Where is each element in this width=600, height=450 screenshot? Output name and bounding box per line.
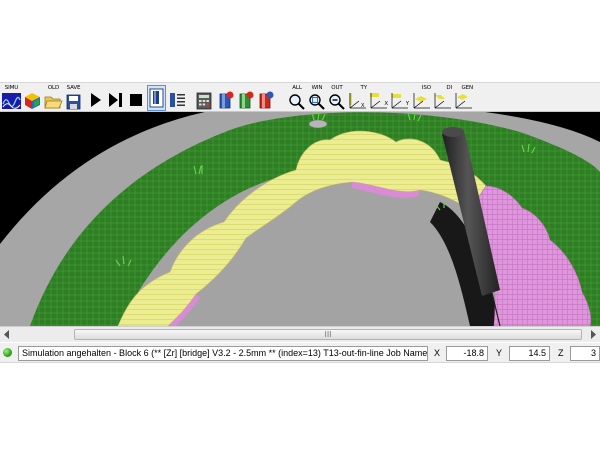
- play-icon: [91, 93, 101, 107]
- open-folder-icon: [44, 96, 63, 109]
- scroll-right-button[interactable]: [586, 328, 600, 341]
- view-iso-button[interactable]: ISO: [411, 85, 431, 111]
- view-ty-button[interactable]: TY X: [347, 85, 367, 111]
- z-label: Z: [558, 348, 564, 358]
- axis-view-icon: X: [349, 93, 366, 109]
- simulation-viewport[interactable]: [0, 112, 600, 326]
- view-x-button[interactable]: X: [368, 85, 388, 111]
- zoom-all-button[interactable]: ALL: [288, 85, 306, 111]
- calculator-icon: [196, 92, 212, 110]
- zoom-window-caption: WIN: [311, 85, 323, 91]
- tool-list-icon: [170, 93, 185, 107]
- z-coordinate: 3: [570, 346, 600, 361]
- step-forward-icon: [109, 93, 122, 107]
- save-button[interactable]: SAVE: [64, 85, 83, 111]
- tool-green-icon: [239, 91, 254, 109]
- chevron-left-icon: [4, 330, 9, 339]
- simulation-button[interactable]: SIMU: [1, 85, 22, 111]
- iso-view-icon: [413, 93, 430, 109]
- view-iso-caption: ISO: [421, 85, 431, 91]
- view-3d-button[interactable]: [23, 85, 42, 111]
- y-coordinate: 14.5: [509, 346, 550, 361]
- status-bar: Simulation angehalten - Block 6 (** [Zr]…: [0, 343, 600, 363]
- svg-text:X: X: [361, 103, 365, 109]
- milling-scene: [0, 112, 600, 326]
- axis-view-icon: [434, 93, 451, 109]
- zoom-out-icon: [329, 94, 345, 110]
- pin-top: [308, 119, 328, 129]
- chevron-right-icon: [591, 330, 596, 339]
- zoom-all-caption: ALL: [292, 85, 302, 91]
- view-ty-caption: TY: [360, 85, 367, 91]
- zoom-out-caption: OUT: [331, 85, 343, 91]
- view-y-button[interactable]: Y: [389, 85, 409, 111]
- scroll-left-button[interactable]: [0, 328, 14, 341]
- x-label: X: [434, 348, 441, 358]
- zoom-window-icon: [309, 94, 325, 110]
- step-forward-button[interactable]: [106, 85, 125, 111]
- floppy-disk-icon: [66, 94, 81, 110]
- y-label: Y: [496, 348, 503, 358]
- tool-green-button[interactable]: [237, 85, 255, 111]
- view-di-caption: DI: [446, 85, 452, 91]
- open-old-caption: OLD: [47, 85, 60, 91]
- scroll-grip: III: [324, 330, 332, 339]
- status-led-icon: [3, 348, 12, 357]
- axis-view-icon: [391, 93, 408, 109]
- zoom-window-button[interactable]: WIN: [308, 85, 326, 111]
- zoom-all-icon: [289, 94, 305, 110]
- view-gen-caption: GEN: [461, 85, 473, 91]
- simulation-caption: SIMU: [4, 85, 19, 91]
- simulation-icon: [2, 93, 21, 109]
- tool-list-button[interactable]: [168, 85, 187, 111]
- view-di-button[interactable]: DI: [432, 85, 452, 111]
- scroll-thumb[interactable]: III: [74, 329, 582, 340]
- tool-view-icon: [149, 88, 164, 108]
- x-coordinate: -18.8: [446, 346, 488, 361]
- tool-red-button[interactable]: [257, 85, 275, 111]
- horizontal-scrollbar[interactable]: III: [0, 326, 600, 342]
- toolbar: SIMU OLD SAVE ALL WIN OUT TY X X Y ISO D…: [0, 82, 600, 112]
- view-gen-button[interactable]: GEN: [453, 85, 473, 111]
- play-button[interactable]: [86, 85, 104, 111]
- status-message: Simulation angehalten - Block 6 (** [Zr]…: [18, 346, 428, 361]
- calculator-button[interactable]: [195, 85, 213, 111]
- tool-view-button[interactable]: [147, 85, 166, 111]
- zoom-out-button[interactable]: OUT: [328, 85, 346, 111]
- color-cube-icon: [25, 93, 40, 109]
- axis-view-icon: [455, 93, 472, 109]
- tool-blue-button[interactable]: [217, 85, 235, 111]
- stop-icon: [130, 94, 142, 106]
- cam-simulation-window: SIMU OLD SAVE ALL WIN OUT TY X X Y ISO D…: [0, 0, 600, 450]
- tool-red-icon: [259, 91, 274, 109]
- axis-view-icon: [370, 93, 387, 109]
- open-old-button[interactable]: OLD: [44, 85, 63, 111]
- save-caption: SAVE: [66, 85, 81, 91]
- tool-blue-icon: [219, 91, 234, 109]
- stop-button[interactable]: [127, 85, 145, 111]
